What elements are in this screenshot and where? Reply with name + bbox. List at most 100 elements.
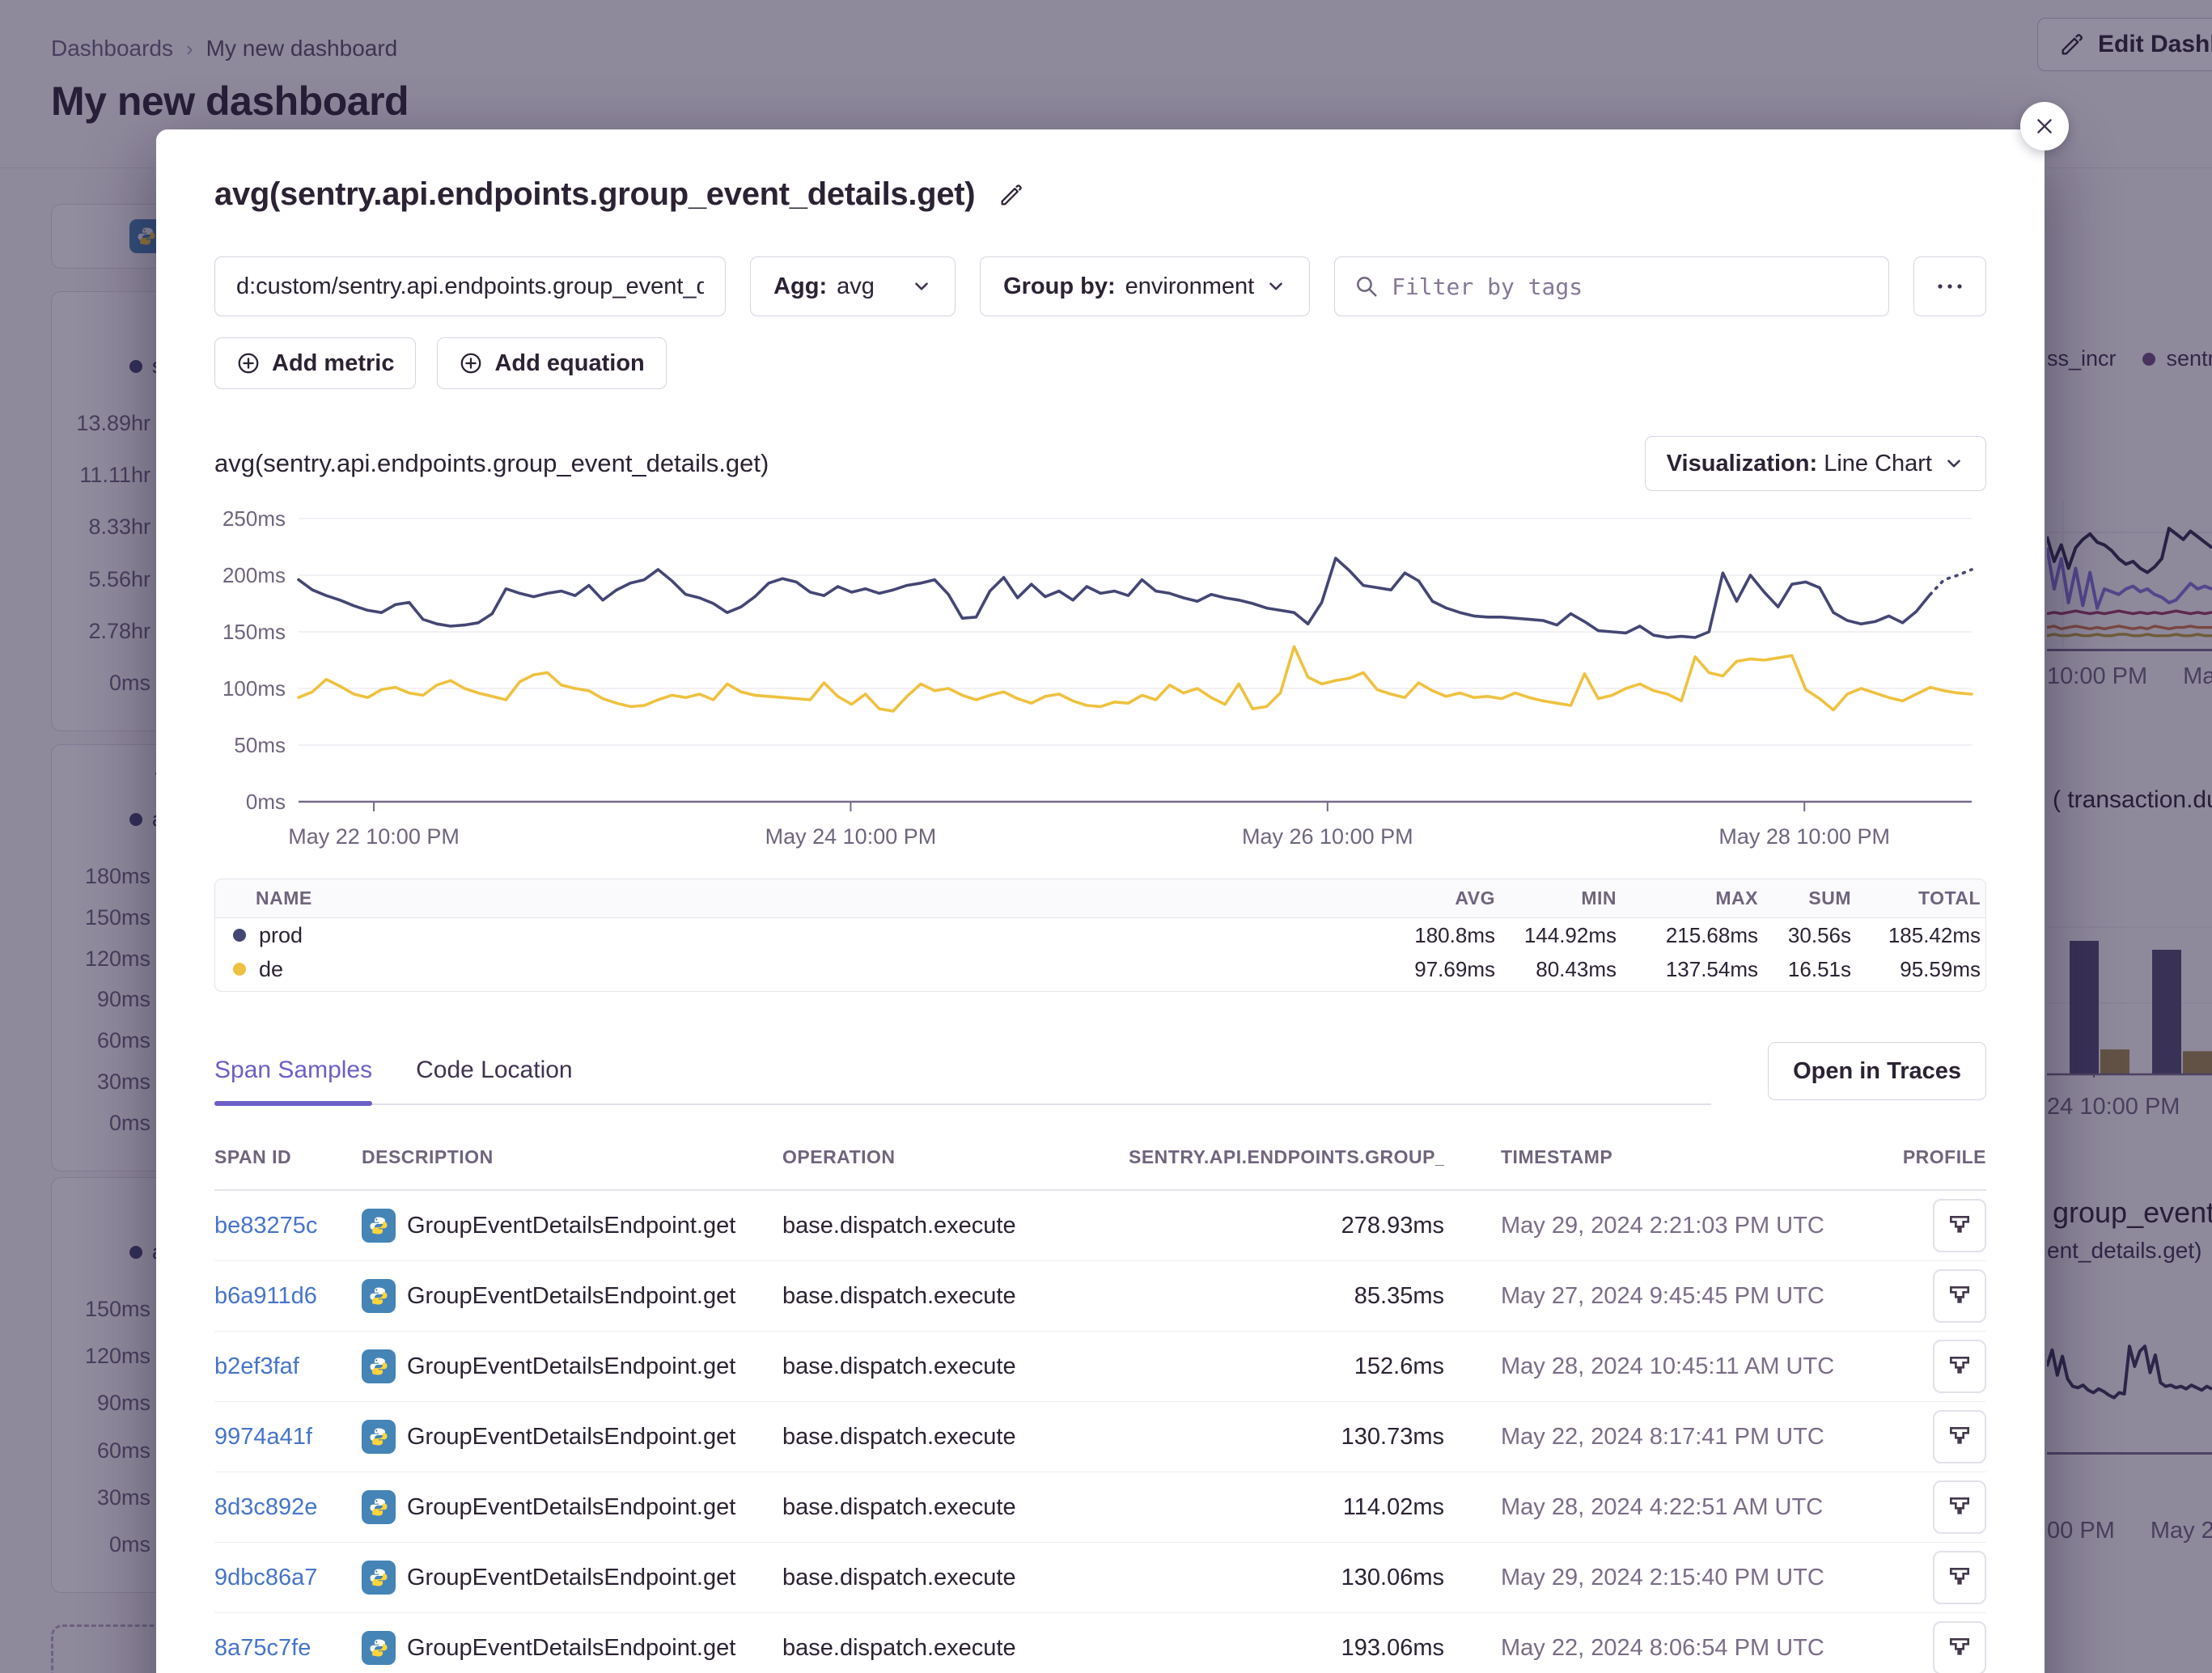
span-table-header: SPAN ID DESCRIPTION OPERATION SENTRY.API… (214, 1125, 1986, 1191)
span-description: GroupEventDetailsEndpoint.get (407, 1494, 735, 1521)
span-operation: base.dispatch.execute (782, 1424, 1129, 1451)
add-equation-button[interactable]: Add equation (437, 337, 666, 389)
chart-title: avg(sentry.api.endpoints.group_event_det… (214, 449, 769, 478)
tag-filter-input[interactable] (1392, 273, 1869, 300)
span-id-link[interactable]: be83275c (214, 1213, 317, 1239)
python-icon (362, 1561, 396, 1595)
span-duration-value: 85.35ms (1129, 1283, 1444, 1310)
span-timestamp: May 22, 2024 8:17:41 PM UTC (1444, 1424, 1833, 1451)
span-timestamp: May 29, 2024 2:21:03 PM UTC (1444, 1213, 1833, 1239)
add-metric-button[interactable]: Add metric (214, 337, 416, 389)
series-name: de (259, 957, 283, 982)
agg-label: Agg: (773, 273, 827, 299)
span-sample-row[interactable]: 8a75c7fe GroupEventDetailsEndpoint.get b… (214, 1613, 1986, 1673)
svg-text:0ms: 0ms (246, 790, 286, 814)
ellipsis-icon (1936, 282, 1964, 290)
span-duration-value: 114.02ms (1129, 1494, 1444, 1521)
close-icon (2034, 116, 2055, 137)
span-id-link[interactable]: b6a911d6 (214, 1283, 317, 1309)
group-by-select[interactable]: Group by:environment (980, 256, 1310, 316)
chevron-down-icon (1943, 453, 1964, 474)
close-button[interactable] (2020, 102, 2069, 150)
span-sample-row[interactable]: b6a911d6 GroupEventDetailsEndpoint.get b… (214, 1261, 1986, 1332)
span-operation: base.dispatch.execute (782, 1494, 1129, 1521)
span-timestamp: May 29, 2024 2:15:40 PM UTC (1444, 1565, 1833, 1591)
add-metric-label: Add metric (272, 350, 394, 377)
series-sum: 30.56s (1763, 923, 1856, 948)
span-operation: base.dispatch.execute (782, 1213, 1129, 1239)
series-total: 185.42ms (1856, 923, 1985, 948)
series-total: 95.59ms (1856, 957, 1985, 982)
sample-tabs-row: Span Samples Code Location Open in Traces (214, 1042, 1986, 1105)
summary-row[interactable]: prod 180.8ms144.92ms215.68ms30.56s185.42m… (215, 918, 1985, 952)
span-sample-row[interactable]: 8d3c892e GroupEventDetailsEndpoint.get b… (214, 1472, 1986, 1543)
profile-button[interactable] (1933, 1199, 1986, 1252)
series-avg: 97.69ms (1362, 957, 1500, 982)
span-duration-value: 278.93ms (1129, 1213, 1444, 1239)
visualization-value: Line Chart (1824, 451, 1932, 476)
summary-row[interactable]: de97.69ms80.43ms137.54ms16.51s95.59ms (215, 952, 1985, 986)
span-id-link[interactable]: 8a75c7fe (214, 1635, 311, 1661)
span-description: GroupEventDetailsEndpoint.get (407, 1283, 735, 1310)
series-color-dot (233, 963, 246, 976)
more-options-button[interactable] (1913, 256, 1986, 316)
profile-button[interactable] (1933, 1480, 1986, 1534)
span-description: GroupEventDetailsEndpoint.get (407, 1424, 735, 1451)
series-min: 80.43ms (1500, 957, 1621, 982)
visualization-label: Visualization: (1667, 451, 1817, 476)
flamegraph-profile-icon (1947, 1425, 1973, 1449)
python-icon (362, 1279, 396, 1313)
span-sample-row[interactable]: b2ef3faf GroupEventDetailsEndpoint.get b… (214, 1332, 1986, 1402)
tag-filter-field[interactable] (1334, 256, 1889, 316)
profile-button[interactable] (1933, 1410, 1986, 1463)
span-sample-row[interactable]: be83275c GroupEventDetailsEndpoint.get b… (214, 1191, 1986, 1261)
series-min: 144.92ms (1500, 923, 1621, 948)
open-in-traces-button[interactable]: Open in Traces (1768, 1042, 1986, 1100)
series-name: prod (259, 923, 303, 948)
tab-code-location[interactable]: Code Location (416, 1057, 572, 1103)
modal-title: avg(sentry.api.endpoints.group_event_det… (214, 176, 975, 213)
span-duration-value: 193.06ms (1129, 1635, 1444, 1662)
chevron-down-icon (911, 276, 932, 297)
svg-text:May 28 10:00 PM: May 28 10:00 PM (1718, 824, 1890, 849)
metric-line-chart[interactable]: 0ms50ms100ms150ms200ms250msMay 22 10:00 … (214, 504, 1986, 866)
span-operation: base.dispatch.execute (782, 1565, 1129, 1591)
svg-text:100ms: 100ms (222, 676, 286, 701)
profile-button[interactable] (1933, 1551, 1986, 1604)
span-id-link[interactable]: 8d3c892e (214, 1494, 317, 1520)
svg-text:May 26 10:00 PM: May 26 10:00 PM (1242, 824, 1413, 849)
metric-query-input[interactable] (214, 256, 726, 316)
tabs: Span Samples Code Location (214, 1057, 1711, 1105)
profile-button[interactable] (1933, 1340, 1986, 1393)
span-id-link[interactable]: b2ef3faf (214, 1353, 299, 1379)
python-icon (362, 1631, 396, 1665)
metric-details-modal: avg(sentry.api.endpoints.group_event_det… (156, 129, 2045, 1673)
flamegraph-profile-icon (1947, 1636, 1973, 1660)
group-by-value: environment (1125, 273, 1255, 299)
python-icon (362, 1490, 396, 1524)
series-color-dot (233, 929, 246, 942)
tab-span-samples[interactable]: Span Samples (214, 1057, 372, 1103)
edit-title-pencil-icon[interactable] (998, 181, 1025, 209)
span-sample-row[interactable]: 9dbc86a7 GroupEventDetailsEndpoint.get b… (214, 1543, 1986, 1613)
aggregation-select[interactable]: Agg: avg (750, 256, 956, 316)
flamegraph-profile-icon (1947, 1354, 1973, 1379)
agg-value: avg (837, 273, 875, 299)
series-sum: 16.51s (1763, 957, 1856, 982)
span-id-link[interactable]: 9974a41f (214, 1424, 312, 1450)
span-description: GroupEventDetailsEndpoint.get (407, 1565, 735, 1591)
visualization-select[interactable]: Visualization: Line Chart (1645, 436, 1986, 491)
profile-button[interactable] (1933, 1269, 1986, 1323)
svg-text:May 24 10:00 PM: May 24 10:00 PM (765, 824, 937, 849)
span-operation: base.dispatch.execute (782, 1283, 1129, 1310)
span-timestamp: May 27, 2024 9:45:45 PM UTC (1444, 1283, 1833, 1310)
svg-text:50ms: 50ms (234, 733, 286, 757)
svg-text:150ms: 150ms (222, 620, 286, 644)
span-id-link[interactable]: 9dbc86a7 (214, 1565, 317, 1590)
svg-text:May 22 10:00 PM: May 22 10:00 PM (288, 824, 460, 849)
series-avg: 180.8ms (1362, 923, 1500, 948)
svg-text:250ms: 250ms (222, 506, 286, 531)
series-max: 215.68ms (1621, 923, 1763, 948)
profile-button[interactable] (1933, 1621, 1986, 1673)
span-sample-row[interactable]: 9974a41f GroupEventDetailsEndpoint.get b… (214, 1402, 1986, 1472)
